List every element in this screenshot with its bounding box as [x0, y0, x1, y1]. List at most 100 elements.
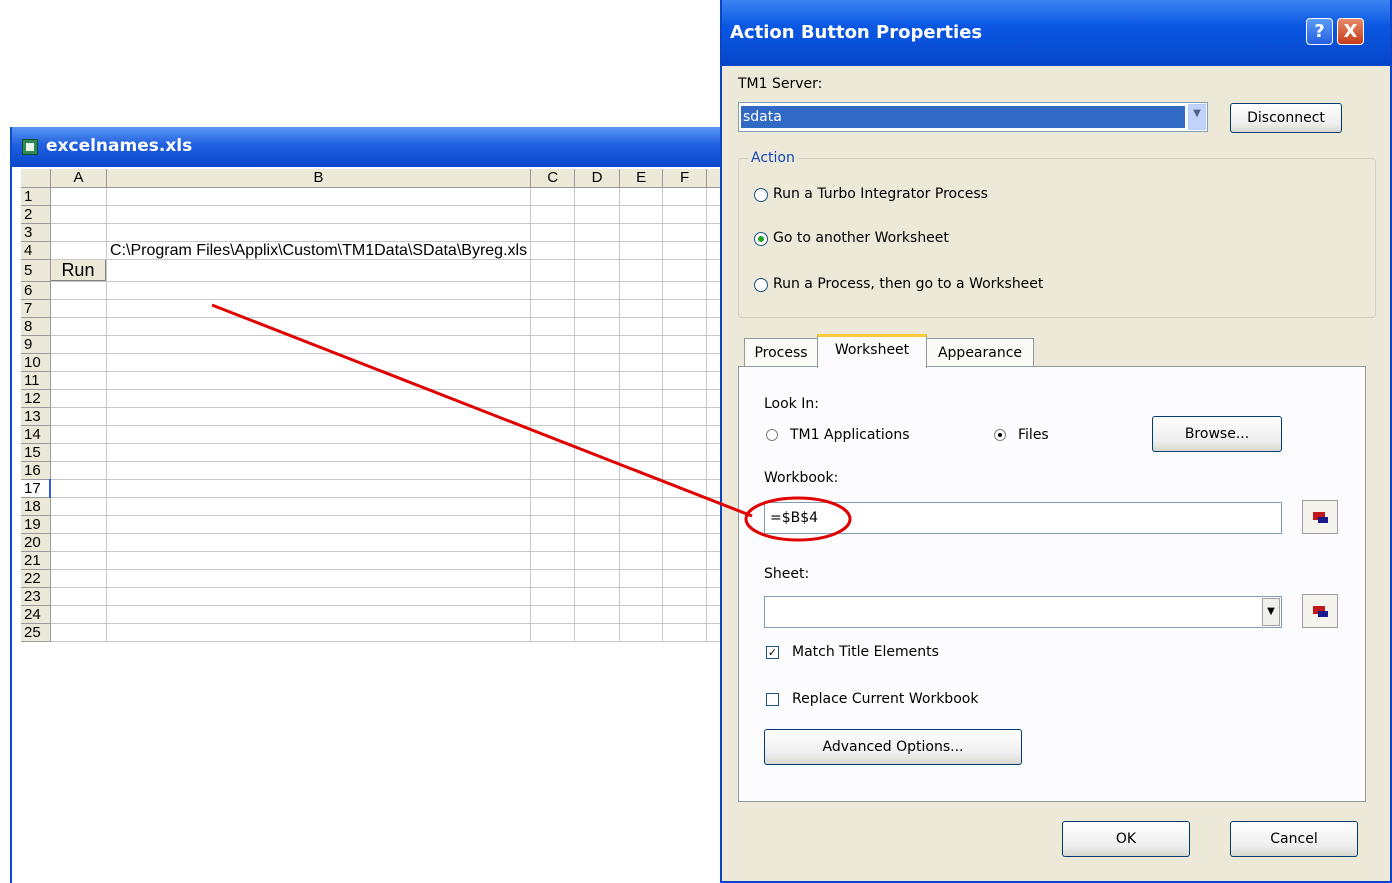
grid-cell[interactable] [50, 335, 108, 354]
grid-cell[interactable] [662, 497, 707, 516]
grid-cell[interactable] [574, 623, 620, 642]
grid-cell[interactable] [50, 317, 108, 336]
grid-cell[interactable] [530, 497, 576, 516]
grid-cell[interactable] [50, 515, 108, 534]
grid-cell[interactable] [662, 371, 707, 390]
sheet-picker-icon[interactable] [1302, 594, 1338, 628]
grid-cell[interactable] [106, 587, 532, 606]
grid-cell[interactable] [574, 425, 620, 444]
grid-cell[interactable] [50, 587, 108, 606]
grid-cell[interactable] [619, 317, 664, 336]
workbook-input[interactable]: =$B$4 [764, 502, 1282, 534]
grid-cell[interactable] [50, 187, 108, 206]
grid-cell[interactable] [530, 551, 576, 570]
grid-cell[interactable] [106, 497, 532, 516]
grid-cell[interactable] [50, 569, 108, 588]
grid-cell[interactable] [530, 299, 576, 318]
grid-cell[interactable] [530, 335, 576, 354]
grid-cell[interactable] [106, 623, 532, 642]
grid-cell[interactable] [530, 569, 576, 588]
match-title-elements-label[interactable]: Match Title Elements [792, 644, 939, 660]
grid-cell[interactable] [106, 281, 532, 300]
grid-cell[interactable]: C:\Program Files\Applix\Custom\TM1Data\S… [106, 241, 532, 260]
grid-cell[interactable] [530, 623, 576, 642]
radio-tm1-applications-label[interactable]: TM1 Applications [790, 427, 910, 443]
grid-cell[interactable] [662, 259, 707, 282]
grid-cell[interactable] [619, 187, 664, 206]
row-header[interactable]: 12 [21, 389, 51, 408]
grid-cell[interactable] [50, 281, 108, 300]
grid-cell[interactable] [530, 461, 576, 480]
grid-cell[interactable] [662, 335, 707, 354]
grid-cell[interactable] [662, 443, 707, 462]
row-header[interactable]: 17 [21, 479, 52, 498]
grid-cell[interactable] [530, 317, 576, 336]
grid-cell[interactable] [662, 223, 707, 242]
grid-cell[interactable] [662, 461, 707, 480]
grid-cell[interactable] [619, 389, 664, 408]
grid-cell[interactable] [106, 353, 532, 372]
grid-cell[interactable] [619, 479, 664, 498]
grid-cell[interactable] [619, 623, 664, 642]
grid-cell[interactable] [619, 569, 664, 588]
grid-cell[interactable] [619, 605, 664, 624]
grid-cell[interactable] [574, 533, 620, 552]
grid-cell[interactable] [574, 299, 620, 318]
row-header[interactable]: 15 [21, 443, 51, 462]
grid-cell[interactable] [662, 587, 707, 606]
select-all-corner[interactable] [21, 169, 51, 188]
radio-tm1-applications[interactable] [766, 429, 778, 441]
replace-current-workbook-checkbox[interactable] [766, 693, 779, 706]
grid-cell[interactable] [574, 223, 620, 242]
grid-cell[interactable] [619, 371, 664, 390]
grid-cell[interactable] [530, 281, 576, 300]
row-header[interactable]: 9 [21, 335, 51, 354]
row-header[interactable]: 6 [21, 281, 51, 300]
row-header[interactable]: 11 [21, 371, 51, 390]
grid-cell[interactable] [574, 569, 620, 588]
grid-cell[interactable] [50, 223, 108, 242]
grid-cell[interactable] [619, 443, 664, 462]
row-header[interactable]: 2 [21, 205, 51, 224]
grid-cell[interactable] [662, 353, 707, 372]
grid-cell[interactable] [574, 407, 620, 426]
row-header[interactable]: 4 [21, 241, 51, 260]
grid-cell[interactable] [662, 299, 707, 318]
spreadsheet-grid[interactable]: A B C D E F 1 2 3 4 C:\Program Files\Applix\… [21, 169, 725, 642]
grid-cell[interactable] [530, 241, 576, 260]
row-header[interactable]: 25 [21, 623, 51, 642]
grid-cell[interactable] [574, 281, 620, 300]
grid-cell[interactable] [50, 605, 108, 624]
grid-cell[interactable] [662, 389, 707, 408]
grid-cell[interactable] [50, 461, 108, 480]
grid-cell[interactable] [574, 205, 620, 224]
grid-cell[interactable] [619, 223, 664, 242]
grid-cell[interactable] [574, 443, 620, 462]
grid-cell[interactable] [574, 587, 620, 606]
column-header[interactable]: F [662, 169, 707, 188]
grid-cell[interactable] [574, 241, 620, 260]
grid-cell[interactable] [106, 551, 532, 570]
row-header[interactable]: 24 [21, 605, 51, 624]
grid-cell[interactable] [106, 299, 532, 318]
row-header[interactable]: 7 [21, 299, 51, 318]
grid-cell[interactable] [574, 389, 620, 408]
grid-cell[interactable] [106, 479, 532, 498]
row-header[interactable]: 5 [21, 259, 51, 282]
column-header[interactable]: B [106, 169, 532, 188]
excel-title-bar[interactable]: excelnames.xls [12, 127, 724, 167]
grid-cell[interactable] [530, 407, 576, 426]
grid-cell[interactable] [50, 497, 108, 516]
grid-cell[interactable] [619, 205, 664, 224]
grid-cell[interactable] [106, 407, 532, 426]
column-header[interactable]: A [50, 169, 108, 188]
grid-cell[interactable] [106, 515, 532, 534]
grid-cell[interactable] [50, 551, 108, 570]
grid-cell[interactable] [662, 623, 707, 642]
grid-cell[interactable] [662, 605, 707, 624]
column-header[interactable]: C [530, 169, 576, 188]
grid-cell[interactable] [530, 353, 576, 372]
radio-run-ti-process[interactable] [754, 188, 768, 202]
grid-cell[interactable] [106, 389, 532, 408]
grid-cell[interactable] [619, 497, 664, 516]
